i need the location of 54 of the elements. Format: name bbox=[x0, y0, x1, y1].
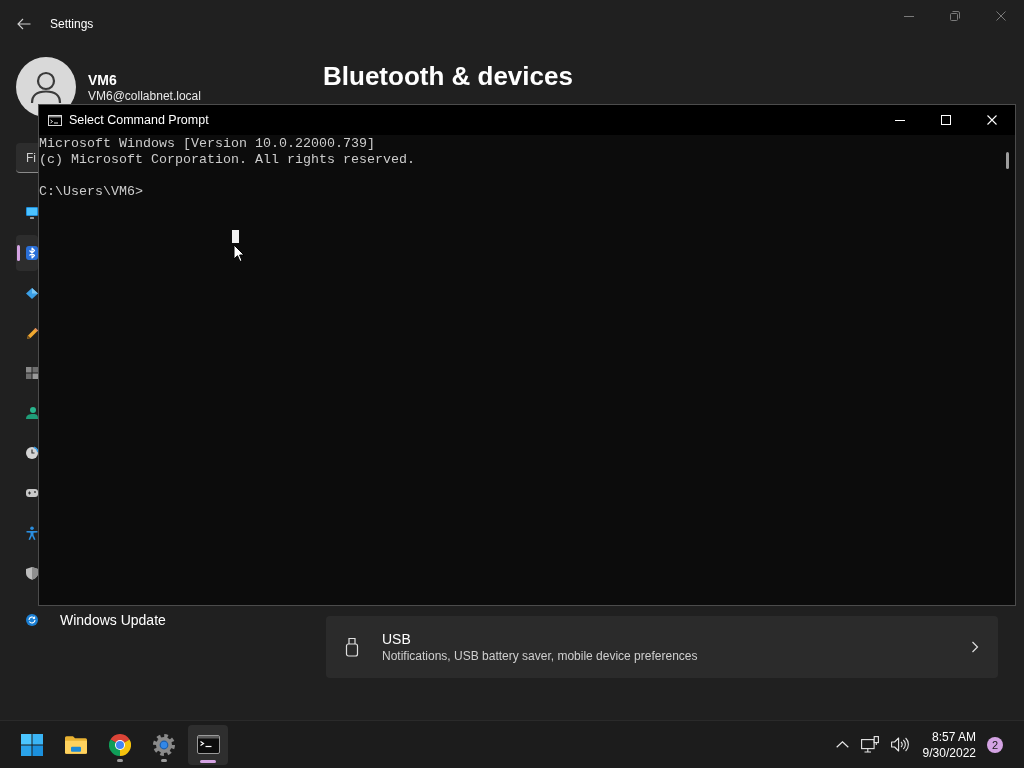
usb-drive-icon bbox=[345, 637, 359, 657]
running-indicator-icon bbox=[161, 758, 167, 762]
four-squares-icon bbox=[21, 733, 43, 756]
console-title: Select Command Prompt bbox=[69, 113, 209, 127]
user-name: VM6 bbox=[88, 71, 118, 89]
grid-icon bbox=[26, 366, 38, 380]
bluetooth-icon bbox=[26, 246, 38, 260]
mouse-pointer-icon bbox=[233, 244, 245, 263]
selection-cursor bbox=[232, 230, 239, 243]
restore-icon bbox=[950, 11, 960, 21]
search-field[interactable]: Fi bbox=[16, 143, 38, 173]
close-icon bbox=[987, 115, 997, 125]
console-line: (c) Microsoft Corporation. All rights reserved. bbox=[39, 152, 415, 168]
settings-card[interactable]: USB Notifications, USB battery saver, mobile device preferences bbox=[326, 616, 998, 678]
diamond-icon bbox=[26, 286, 38, 300]
clock-icon bbox=[26, 446, 38, 460]
clock-date[interactable]: 9/30/2022 bbox=[922, 744, 976, 761]
window-title: Settings bbox=[50, 16, 94, 33]
user-email: VM6@collabnet.local bbox=[88, 89, 201, 103]
notification-badge[interactable]: 2 bbox=[987, 736, 1003, 753]
clock-time[interactable]: 8:57 AM bbox=[931, 728, 976, 745]
chevron-up-icon[interactable] bbox=[835, 741, 849, 748]
sync-icon bbox=[26, 613, 38, 627]
speaker-icon[interactable] bbox=[890, 737, 909, 752]
minimize-icon bbox=[895, 119, 905, 121]
console-line: Microsoft Windows [Version 10.0.22000.739] bbox=[39, 136, 375, 152]
taskbar-button[interactable] bbox=[188, 724, 228, 765]
nav-item[interactable]: Windows Update bbox=[16, 607, 176, 633]
close-icon bbox=[996, 11, 1006, 21]
nav-item[interactable] bbox=[16, 235, 38, 271]
card-description: Notifications, USB battery saver, mobile device preferences bbox=[382, 648, 698, 664]
selection-indicator-icon bbox=[17, 245, 20, 261]
active-indicator-icon bbox=[200, 759, 216, 763]
page-title: Bluetooth & devices bbox=[323, 60, 573, 92]
gamepad-icon bbox=[26, 486, 38, 500]
back-arrow-icon bbox=[17, 18, 31, 30]
monitor-icon[interactable] bbox=[860, 736, 879, 753]
terminal-icon bbox=[48, 114, 62, 126]
running-indicator-icon bbox=[117, 758, 123, 762]
card-title: USB bbox=[382, 630, 411, 648]
folder-icon bbox=[65, 735, 87, 754]
person-icon bbox=[26, 406, 38, 420]
monitor-icon bbox=[26, 206, 38, 220]
terminal-icon bbox=[196, 735, 220, 754]
chevron-right-icon bbox=[971, 641, 979, 653]
maximize-icon bbox=[941, 115, 951, 125]
tricolor-circle-icon bbox=[109, 733, 131, 756]
scrollbar-thumb[interactable] bbox=[1006, 152, 1009, 169]
pencil-icon bbox=[26, 326, 38, 340]
console-prompt: C:\Users\VM6> bbox=[39, 184, 143, 200]
shield-icon bbox=[26, 566, 38, 580]
gear-icon bbox=[153, 733, 175, 756]
accessibility-icon bbox=[26, 526, 38, 540]
minimize-icon bbox=[904, 15, 914, 17]
